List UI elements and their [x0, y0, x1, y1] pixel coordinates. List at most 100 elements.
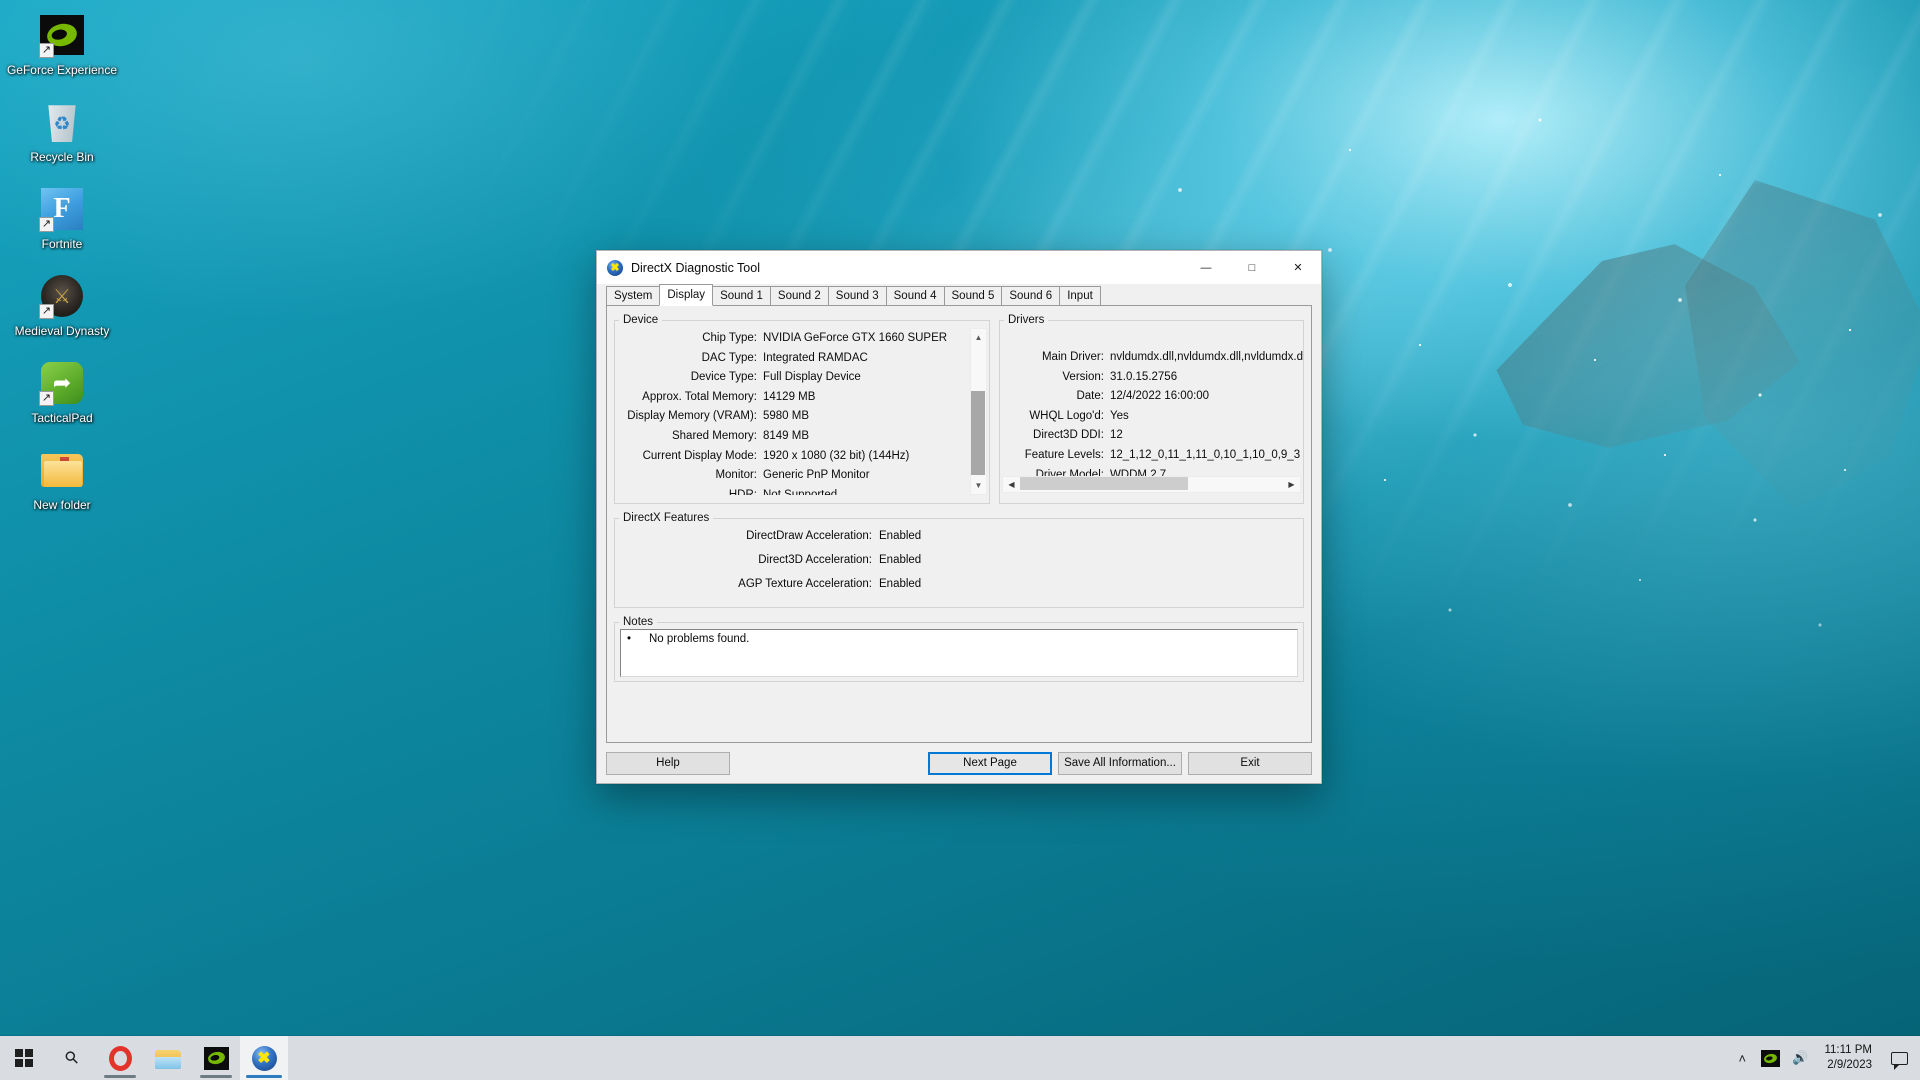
device-row-key: Chip Type:	[702, 332, 757, 344]
notes-textbox[interactable]: • No problems found.	[620, 629, 1298, 677]
tacticalpad-icon: ➦ ↗	[38, 359, 86, 407]
save-all-information-button[interactable]: Save All Information...	[1058, 751, 1182, 775]
drivers-scroll-track[interactable]	[1019, 476, 1283, 493]
device-scroll-area[interactable]: Chip Type: NVIDIA GeForce GTX 1660 SUPER …	[615, 326, 989, 495]
tab-sound-6[interactable]: Sound 6	[1001, 286, 1061, 306]
directx-diagnostic-tool-window[interactable]: DirectX Diagnostic Tool — □ ✕ System Dis…	[596, 250, 1322, 784]
device-row: Shared Memory: 8149 MB	[615, 427, 989, 447]
taskbar-search-button[interactable]: ⚲	[48, 1036, 96, 1080]
drivers-row-key: Feature Levels:	[1024, 448, 1104, 461]
search-icon: ⚲	[60, 1046, 83, 1069]
drivers-row-value: 12_1,12_0,11_1,11_0,10_1,10_0,9_3	[1109, 448, 1301, 461]
opera-icon	[108, 1045, 132, 1071]
drivers-scroll-thumb[interactable]	[1019, 477, 1189, 490]
tab-sound-5[interactable]: Sound 5	[943, 286, 1003, 306]
tab-system[interactable]: System	[606, 286, 661, 306]
medieval-dynasty-icon: ⚔ ↗	[38, 272, 86, 320]
notes-line: • No problems found.	[627, 633, 1291, 645]
shortcut-arrow-icon: ↗	[39, 391, 54, 406]
maximize-button[interactable]: □	[1229, 251, 1275, 284]
desktop-icon-geforce-experience[interactable]: ↗ GeForce Experience	[0, 6, 124, 85]
drivers-group-legend: Drivers	[1007, 314, 1045, 326]
scroll-down-icon[interactable]: ▼	[970, 477, 987, 494]
drivers-row: Direct3D DDI: 12	[1000, 426, 1303, 446]
device-row-key: Device Type:	[690, 371, 757, 384]
desktop-icon-label: Recycle Bin	[30, 150, 94, 164]
tab-input[interactable]: Input	[1059, 286, 1101, 306]
minimize-button[interactable]: —	[1183, 251, 1229, 284]
device-row-value: Integrated RAMDAC	[763, 351, 868, 364]
desktop-icon-medieval-dynasty[interactable]: ⚔ ↗ Medieval Dynasty	[0, 267, 124, 346]
tab-strip: System Display Sound 1 Sound 2 Sound 3 S…	[597, 284, 1321, 306]
device-row: Monitor: Generic PnP Monitor	[615, 466, 989, 486]
nvidia-tray-icon	[1761, 1049, 1781, 1067]
directx-icon	[607, 259, 623, 276]
device-row: Chip Type: NVIDIA GeForce GTX 1660 SUPER	[615, 329, 989, 349]
exit-button[interactable]: Exit	[1188, 751, 1312, 775]
taskbar-item-opera[interactable]	[96, 1036, 144, 1080]
device-row: Display Memory (VRAM): 5980 MB	[615, 407, 989, 427]
taskbar-item-file-explorer[interactable]	[144, 1036, 192, 1080]
device-field-list: Chip Type: NVIDIA GeForce GTX 1660 SUPER …	[615, 326, 989, 495]
clock-time: 11:11 PM	[1824, 1044, 1872, 1056]
device-row-key: Shared Memory:	[671, 429, 757, 442]
next-page-button[interactable]: Next Page	[928, 751, 1052, 775]
window-titlebar[interactable]: DirectX Diagnostic Tool — □ ✕	[597, 251, 1321, 284]
tray-nvidia-button[interactable]	[1755, 1036, 1786, 1080]
drivers-row-key: Date:	[1076, 390, 1104, 403]
device-row-value: 1920 x 1080 (32 bit) (144Hz)	[763, 449, 910, 462]
device-row: Approx. Total Memory: 14129 MB	[615, 388, 989, 408]
taskbar-item-nvidia[interactable]	[192, 1036, 240, 1080]
feature-row-key: Direct3D Acceleration:	[758, 554, 872, 566]
device-row-key: Current Display Mode:	[642, 449, 757, 462]
taskbar-items: ⚲	[0, 1036, 288, 1080]
device-scroll-track[interactable]	[970, 346, 987, 477]
desktop[interactable]: ↗ GeForce Experience Recycle Bin F ↗ For…	[0, 0, 1920, 1080]
scroll-right-icon[interactable]: ▶	[1283, 476, 1300, 493]
notification-center-button[interactable]	[1882, 1036, 1916, 1080]
volume-button[interactable]: 🔊	[1786, 1036, 1814, 1080]
close-button[interactable]: ✕	[1275, 251, 1321, 284]
notes-legend: Notes	[623, 616, 654, 628]
device-row-key: Approx. Total Memory:	[642, 390, 757, 403]
tab-sound-4[interactable]: Sound 4	[885, 286, 945, 306]
shortcut-arrow-icon: ↗	[39, 304, 54, 319]
scroll-left-icon[interactable]: ◀	[1003, 476, 1020, 493]
desktop-icon-tacticalpad[interactable]: ➦ ↗ TacticalPad	[0, 354, 124, 433]
start-button[interactable]	[0, 1036, 48, 1080]
show-hidden-icons-button[interactable]: ˄	[1729, 1036, 1755, 1080]
clock[interactable]: 11:11 PM 2/9/2023	[1814, 1036, 1882, 1080]
help-button[interactable]: Help	[606, 751, 730, 775]
notes-group: Notes • No problems found.	[614, 616, 1304, 682]
device-scroll-thumb[interactable]	[970, 391, 985, 475]
feature-row: AGP Texture Acceleration: Enabled	[615, 572, 1303, 596]
directx-diagnostic-icon	[251, 1045, 277, 1071]
feature-row-value: Enabled	[879, 554, 922, 566]
drivers-row-value: nvldumdx.dll,nvldumdx.dll,nvldumdx.d	[1109, 351, 1303, 363]
tab-sound-2[interactable]: Sound 2	[769, 286, 829, 306]
tab-display[interactable]: Display	[659, 284, 714, 306]
notification-icon	[1890, 1051, 1908, 1070]
recycle-bin-icon	[38, 98, 86, 146]
wallpaper-shape-1	[1496, 244, 1800, 448]
desktop-icon-fortnite[interactable]: F ↗ Fortnite	[0, 180, 124, 259]
device-vertical-scrollbar[interactable]: ▲ ▼	[969, 328, 987, 495]
window-button-bar: Help Next Page Save All Information... E…	[597, 743, 1321, 783]
drivers-horizontal-scrollbar[interactable]: ◀ ▶	[1001, 476, 1301, 493]
drivers-field-list: Main Driver: nvldumdx.dll,nvldumdx.dll,nv…	[1000, 326, 1303, 485]
tab-sound-1[interactable]: Sound 1	[712, 286, 771, 306]
tab-sound-3[interactable]: Sound 3	[827, 286, 887, 306]
desktop-icon-new-folder[interactable]: New folder	[0, 441, 124, 520]
fortnite-icon: F ↗	[38, 185, 86, 233]
geforce-experience-icon: ↗	[38, 11, 86, 59]
device-row-key: Monitor:	[715, 469, 757, 482]
drivers-row: Feature Levels: 12_1,12_0,11_1,11_0,10_1,…	[1000, 446, 1303, 466]
desktop-icon-recycle-bin[interactable]: Recycle Bin	[0, 93, 124, 172]
scroll-up-icon[interactable]: ▲	[970, 329, 987, 346]
drivers-row: WHQL Logo'd: Yes	[1000, 407, 1303, 427]
taskbar[interactable]: ⚲ ˄ 🔊 11:11 PM 2/9/2	[0, 1036, 1920, 1080]
taskbar-item-directx-diagnostic[interactable]	[240, 1036, 288, 1080]
drivers-row-value: 12/4/2022 16:00:00	[1109, 390, 1210, 403]
drivers-scroll-area[interactable]: Main Driver: nvldumdx.dll,nvldumdx.dll,nv…	[1000, 326, 1303, 495]
desktop-icon-label: GeForce Experience	[6, 63, 118, 77]
